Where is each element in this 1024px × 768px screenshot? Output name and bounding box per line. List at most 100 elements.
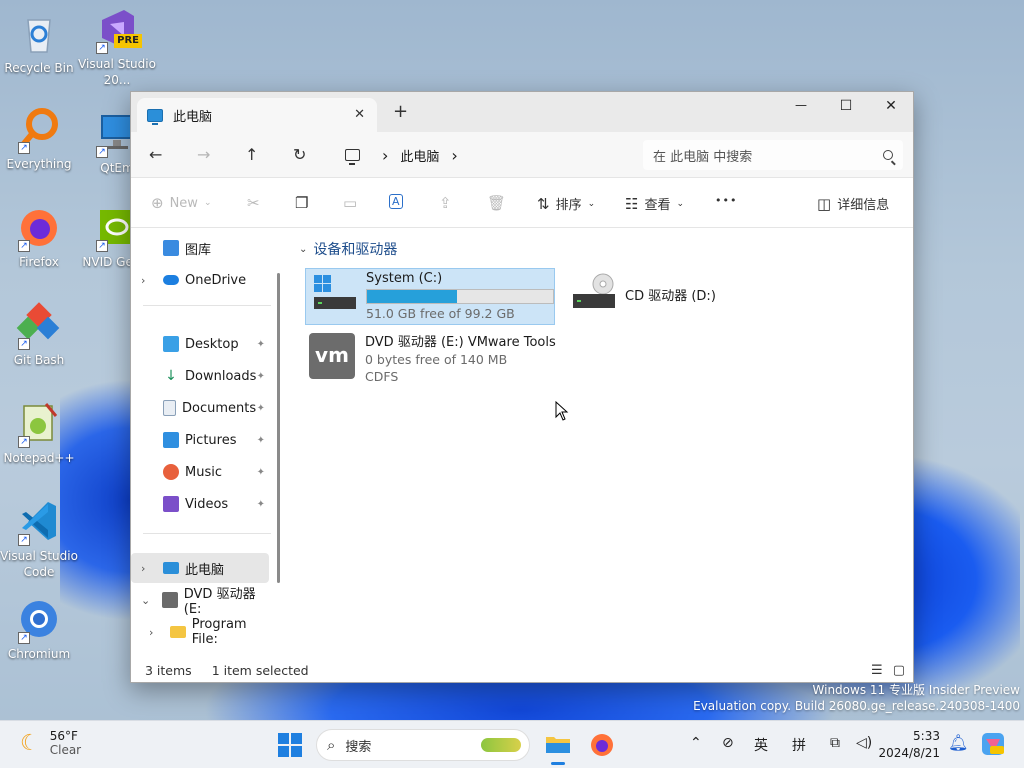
copilot-preview-icon[interactable] [980, 731, 1006, 760]
scissors-icon: ✂ [247, 194, 260, 212]
close-button[interactable]: ✕ [871, 98, 911, 114]
chevron-right-icon[interactable]: › [141, 274, 155, 287]
drive-item-cd-d[interactable]: CD 驱动器 (D:) [565, 268, 765, 325]
ime-language-indicator[interactable]: 英 [754, 735, 768, 755]
ime-mode-indicator[interactable]: 拼 [792, 735, 806, 755]
taskbar-search-box[interactable]: ⌕ 搜索 [316, 729, 530, 761]
forward-button[interactable]: → [197, 145, 210, 164]
notification-bell-icon[interactable]: 🔔︎ [948, 733, 968, 752]
command-bar: ⊕ New ⌄ ✂ ❐ ▭ A ⇪ 🗑︎ ⇅ 排序 ⌄ ☷ 查看 ⌄ ••• ◫… [131, 178, 913, 228]
details-view-icon[interactable]: ☰ [871, 663, 883, 678]
nav-label: Music [185, 464, 222, 480]
folder-icon [169, 626, 186, 638]
moon-icon: ☾ [20, 730, 40, 756]
desktop-icon-visual-studio[interactable]: PRE ↗ Visual Studio 20... [78, 6, 156, 88]
rename-button[interactable]: A [389, 194, 403, 209]
details-label: 详细信息 [837, 198, 890, 213]
desktop-icon-notepad-plus-plus[interactable]: ↗ Notepad++ [0, 400, 78, 466]
desktop-icon-firefox[interactable]: ↗ Firefox [0, 204, 78, 270]
desktop-icon-everything[interactable]: ↗ Everything [0, 106, 78, 172]
delete-button[interactable]: 🗑︎ [487, 194, 506, 212]
minimize-button[interactable]: — [781, 98, 821, 112]
desktop-icon-git-bash[interactable]: ↗ Git Bash [0, 302, 78, 368]
rename-icon: A [389, 194, 403, 209]
network-offline-icon[interactable]: ⊘ [722, 735, 734, 751]
this-pc-icon [163, 562, 179, 574]
speaker-icon[interactable]: ◁) [856, 735, 872, 751]
chevron-right-icon[interactable]: › [141, 562, 155, 575]
desktop-icon-recycle-bin[interactable]: Recycle Bin [0, 10, 78, 76]
address-breadcrumb[interactable]: › 此电脑 › [335, 140, 625, 170]
nav-item-pictures[interactable]: Pictures ✦ [131, 425, 269, 455]
more-options-button[interactable]: ••• [715, 194, 737, 207]
watermark-line-1: Windows 11 专业版 Insider Preview [812, 683, 1020, 697]
taskbar-firefox[interactable] [590, 733, 614, 760]
start-button[interactable] [278, 733, 302, 760]
taskbar: ☾ 56°F Clear ⌕ 搜索 ⌃ ⊘ 英 拼 ⧉ ◁) 5:33 2024… [0, 720, 1024, 768]
tab-title: 此电脑 [173, 109, 213, 125]
refresh-button[interactable]: ↻ [293, 145, 306, 164]
weather-widget[interactable]: ☾ 56°F Clear [20, 729, 81, 757]
cut-button[interactable]: ✂ [247, 194, 260, 212]
new-tab-button[interactable]: + [393, 103, 408, 121]
up-button[interactable]: ↑ [245, 145, 258, 164]
status-item-count: 3 items [145, 662, 192, 678]
nav-item-onedrive[interactable]: › OneDrive [131, 265, 269, 295]
tab-close-button[interactable]: ✕ [354, 107, 365, 122]
view-button[interactable]: ☷ 查看 ⌄ [625, 194, 684, 214]
nav-item-videos[interactable]: Videos ✦ [131, 489, 269, 519]
back-button[interactable]: ← [149, 145, 162, 164]
shortcut-arrow-icon: ↗ [18, 632, 30, 644]
shortcut-arrow-icon: ↗ [96, 240, 108, 252]
group-header-devices[interactable]: ⌄ 设备和驱动器 [299, 239, 397, 259]
details-pane-button[interactable]: ◫ 详细信息 [817, 194, 890, 214]
nav-item-gallery[interactable]: 图库 [131, 233, 269, 263]
large-icons-view-icon[interactable]: ▢ [893, 663, 905, 678]
search-placeholder: 在 此电脑 中搜索 [653, 149, 753, 165]
breadcrumb-separator[interactable]: › [451, 146, 457, 165]
share-button[interactable]: ⇪ [439, 194, 452, 212]
desktop-icon-vscode[interactable]: ↗ Visual Studio Code [0, 498, 78, 580]
nav-item-downloads[interactable]: ↓ Downloads ✦ [131, 361, 269, 391]
nav-item-this-pc[interactable]: › 此电脑 [131, 553, 269, 583]
chevron-down-icon[interactable]: ⌄ [141, 594, 154, 607]
monitor-icon [345, 149, 360, 165]
maximize-button[interactable]: ☐ [826, 98, 866, 114]
drive-item-system-c[interactable]: System (C:) 51.0 GB free of 99.2 GB [305, 268, 555, 325]
vmware-icon [161, 592, 178, 608]
paste-button[interactable]: ▭ [343, 194, 357, 212]
gallery-icon [163, 240, 179, 256]
nav-item-music[interactable]: Music ✦ [131, 457, 269, 487]
chevron-right-icon[interactable]: › [149, 626, 162, 639]
visual-studio-icon: PRE ↗ [94, 6, 142, 54]
nav-item-program-files[interactable]: › Program File: [131, 617, 269, 647]
search-box[interactable]: 在 此电脑 中搜索 [643, 140, 903, 170]
new-button[interactable]: ⊕ New ⌄ [151, 194, 211, 212]
chevron-up-icon[interactable]: ⌃ [690, 735, 702, 751]
search-icon: ⌕ [327, 736, 336, 754]
desktop-icon-chromium[interactable]: ↗ Chromium [0, 596, 78, 662]
sort-button[interactable]: ⇅ 排序 ⌄ [537, 194, 595, 214]
drive-item-dvd-e[interactable]: vm DVD 驱动器 (E:) VMware Tools 0 bytes fre… [305, 329, 565, 385]
share-icon: ⇪ [439, 194, 452, 212]
nav-item-documents[interactable]: Documents ✦ [131, 393, 269, 423]
nav-scrollbar[interactable] [277, 273, 280, 583]
drive-free-space: 0 bytes free of 140 MB [365, 352, 508, 367]
vmware-tools-icon: vm [309, 331, 357, 383]
nav-item-desktop[interactable]: Desktop ✦ [131, 329, 269, 359]
taskbar-file-explorer[interactable] [544, 731, 572, 765]
title-bar: 此电脑 ✕ + — ☐ ✕ [131, 92, 913, 132]
system-clock[interactable]: 5:33 2024/8/21 [878, 728, 940, 762]
taskbar-search-label: 搜索 [345, 739, 372, 755]
breadcrumb-this-pc[interactable]: 此电脑 [400, 146, 439, 165]
shortcut-arrow-icon: ↗ [96, 146, 108, 158]
copy-button[interactable]: ❐ [295, 194, 308, 212]
desktop-icon-label: Notepad++ [3, 451, 75, 465]
drive-usage-fill [367, 290, 458, 303]
drive-filesystem: CDFS [365, 369, 399, 384]
ime-settings-icon[interactable]: ⧉ [830, 735, 840, 751]
view-toggle-group: ☰ ▢ [871, 663, 905, 678]
tab-this-pc[interactable]: 此电脑 ✕ [137, 98, 377, 132]
nav-item-dvd-drive[interactable]: ⌄ DVD 驱动器 (E: [131, 585, 269, 617]
drive-name: DVD 驱动器 (E:) VMware Tools [365, 335, 556, 350]
